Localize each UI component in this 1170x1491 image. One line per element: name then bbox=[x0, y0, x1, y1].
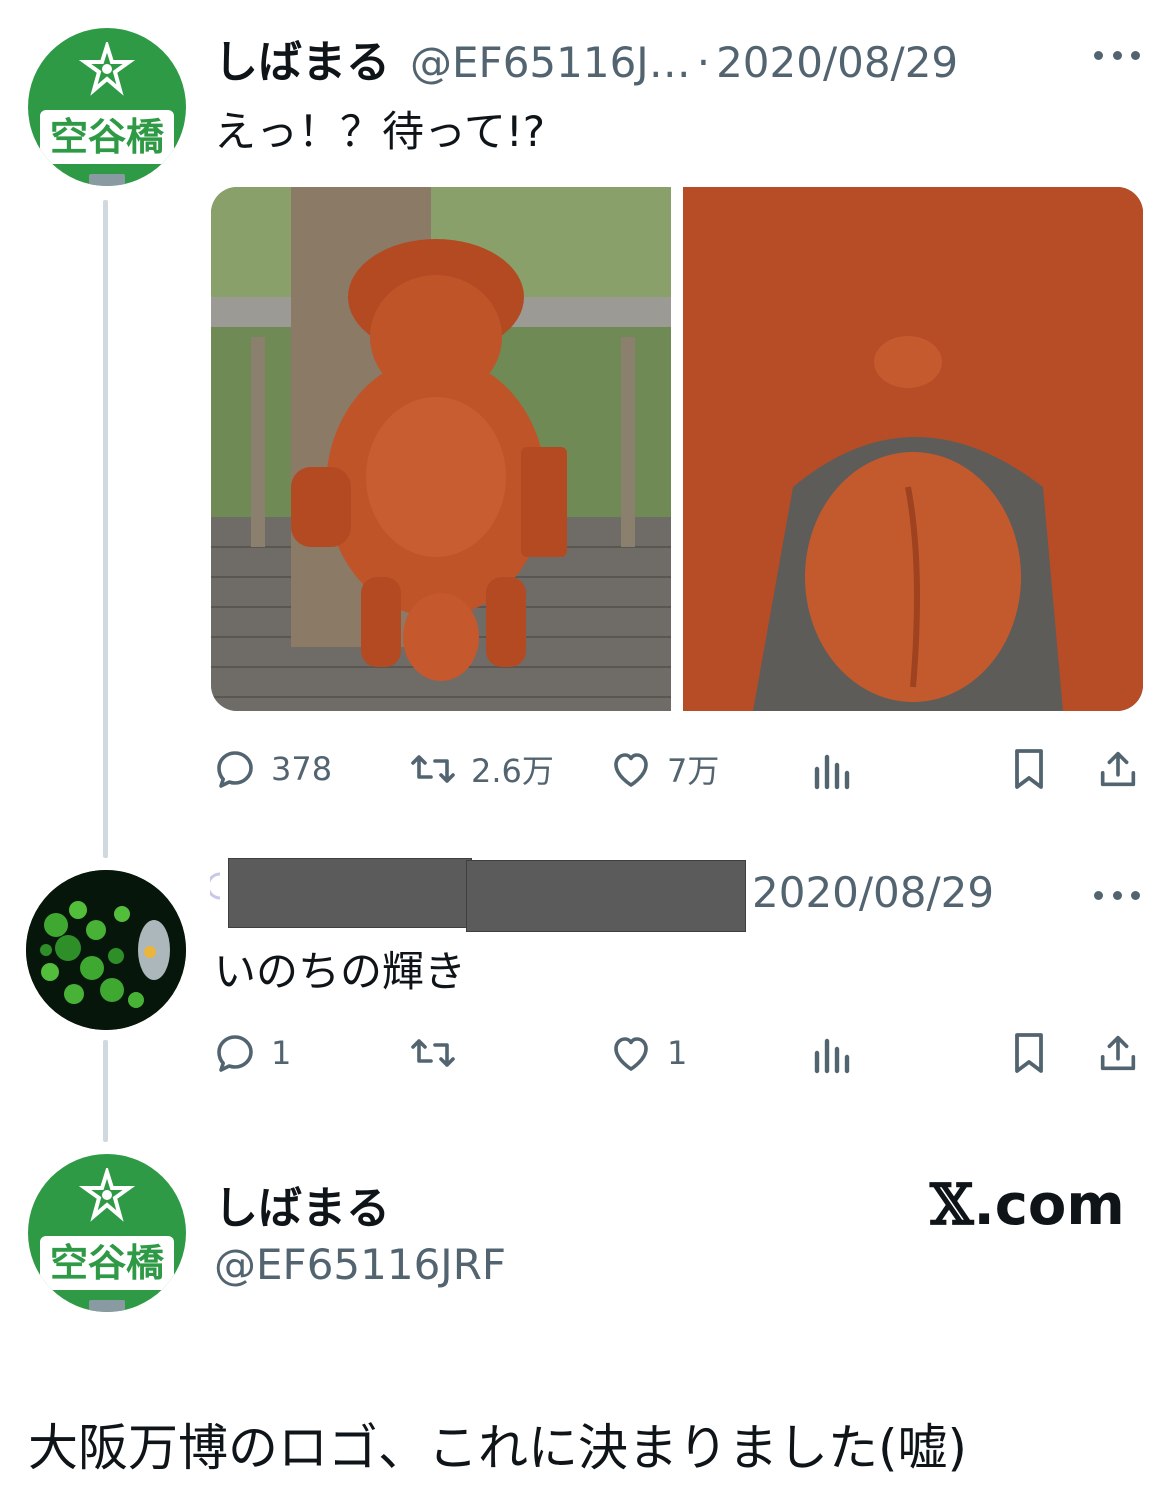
retweet-count: 2.6万 bbox=[471, 752, 554, 790]
share-icon bbox=[1100, 1035, 1136, 1071]
heart-icon bbox=[614, 753, 648, 787]
reply-icon bbox=[217, 1035, 253, 1072]
bookmark-button[interactable] bbox=[1007, 744, 1051, 794]
avatar[interactable]: 空谷橋 bbox=[28, 1154, 186, 1312]
display-name[interactable]: しばまる bbox=[214, 26, 390, 90]
tanuki-statue-photo[interactable] bbox=[211, 187, 671, 711]
share-button[interactable] bbox=[1095, 1028, 1141, 1078]
tanuki-statue-closeup-photo[interactable] bbox=[683, 187, 1143, 711]
share-icon bbox=[1100, 751, 1136, 787]
views-icon bbox=[814, 1038, 850, 1074]
retweet-button[interactable] bbox=[407, 1028, 459, 1078]
card-display-name[interactable]: しばまる bbox=[214, 1172, 390, 1236]
reply-count: 1 bbox=[271, 1034, 292, 1072]
station-emblem-icon bbox=[79, 42, 135, 96]
bookmark-icon bbox=[1015, 1033, 1043, 1073]
tweet-header: しばまる @EF65116J… · 2020/08/29 bbox=[214, 26, 958, 90]
avatar[interactable] bbox=[26, 870, 186, 1030]
reply-icon bbox=[217, 751, 253, 788]
share-button[interactable] bbox=[1095, 744, 1141, 794]
reply-button[interactable]: 1 bbox=[211, 1028, 291, 1078]
redacted-user-name bbox=[228, 858, 472, 928]
retweet-button[interactable]: 2.6万 bbox=[407, 744, 554, 794]
heart-icon bbox=[614, 1037, 648, 1071]
redacted-user-handle bbox=[466, 860, 746, 932]
more-options-icon[interactable] bbox=[1094, 888, 1140, 902]
like-button[interactable]: 7万 bbox=[607, 744, 719, 794]
caption-text: 大阪万博のロゴ、これに決まりました(嘘) bbox=[28, 1419, 968, 1477]
tweet-actions: 378 2.6万 7万 bbox=[211, 744, 1143, 794]
site-domain: .com bbox=[973, 1173, 1125, 1238]
reply-date[interactable]: 2020/08/29 bbox=[752, 868, 994, 917]
retweet-icon bbox=[411, 755, 455, 783]
views-button[interactable] bbox=[809, 1028, 853, 1078]
station-name-text: 空谷橋 bbox=[49, 1241, 164, 1285]
thread-line bbox=[103, 1040, 108, 1142]
avatar[interactable]: 空谷橋 bbox=[28, 28, 186, 186]
reply-text: いのちの輝き bbox=[214, 947, 467, 996]
reply-button[interactable]: 378 bbox=[211, 744, 332, 794]
retweet-icon bbox=[411, 1039, 455, 1067]
reply-actions: 1 1 bbox=[211, 1028, 1143, 1078]
card-handle[interactable]: @EF65116JRF bbox=[214, 1240, 506, 1289]
tweet-media[interactable] bbox=[211, 187, 1143, 711]
reply-count: 378 bbox=[271, 750, 333, 788]
like-count: 7万 bbox=[667, 752, 720, 790]
bookmark-button[interactable] bbox=[1007, 1028, 1051, 1078]
like-button[interactable]: 1 bbox=[607, 1028, 687, 1078]
thread-line bbox=[103, 200, 108, 858]
x-com-logo: 𝕏.com bbox=[930, 1172, 1125, 1238]
station-name-text: 空谷橋 bbox=[49, 115, 164, 159]
station-emblem-icon bbox=[79, 1168, 135, 1222]
bookmark-icon bbox=[1015, 749, 1043, 789]
views-icon bbox=[814, 754, 850, 790]
separator: · bbox=[696, 38, 711, 87]
views-button[interactable] bbox=[809, 744, 853, 794]
small-avatar-fragment-icon bbox=[210, 872, 221, 900]
tweet-date[interactable]: 2020/08/29 bbox=[716, 38, 958, 87]
x-logo-icon: 𝕏 bbox=[930, 1172, 974, 1238]
tweet-text: えっ！？待って!? bbox=[214, 107, 546, 156]
more-options-icon[interactable] bbox=[1094, 48, 1140, 62]
like-count: 1 bbox=[667, 1034, 688, 1072]
handle[interactable]: @EF65116J… bbox=[410, 38, 691, 87]
